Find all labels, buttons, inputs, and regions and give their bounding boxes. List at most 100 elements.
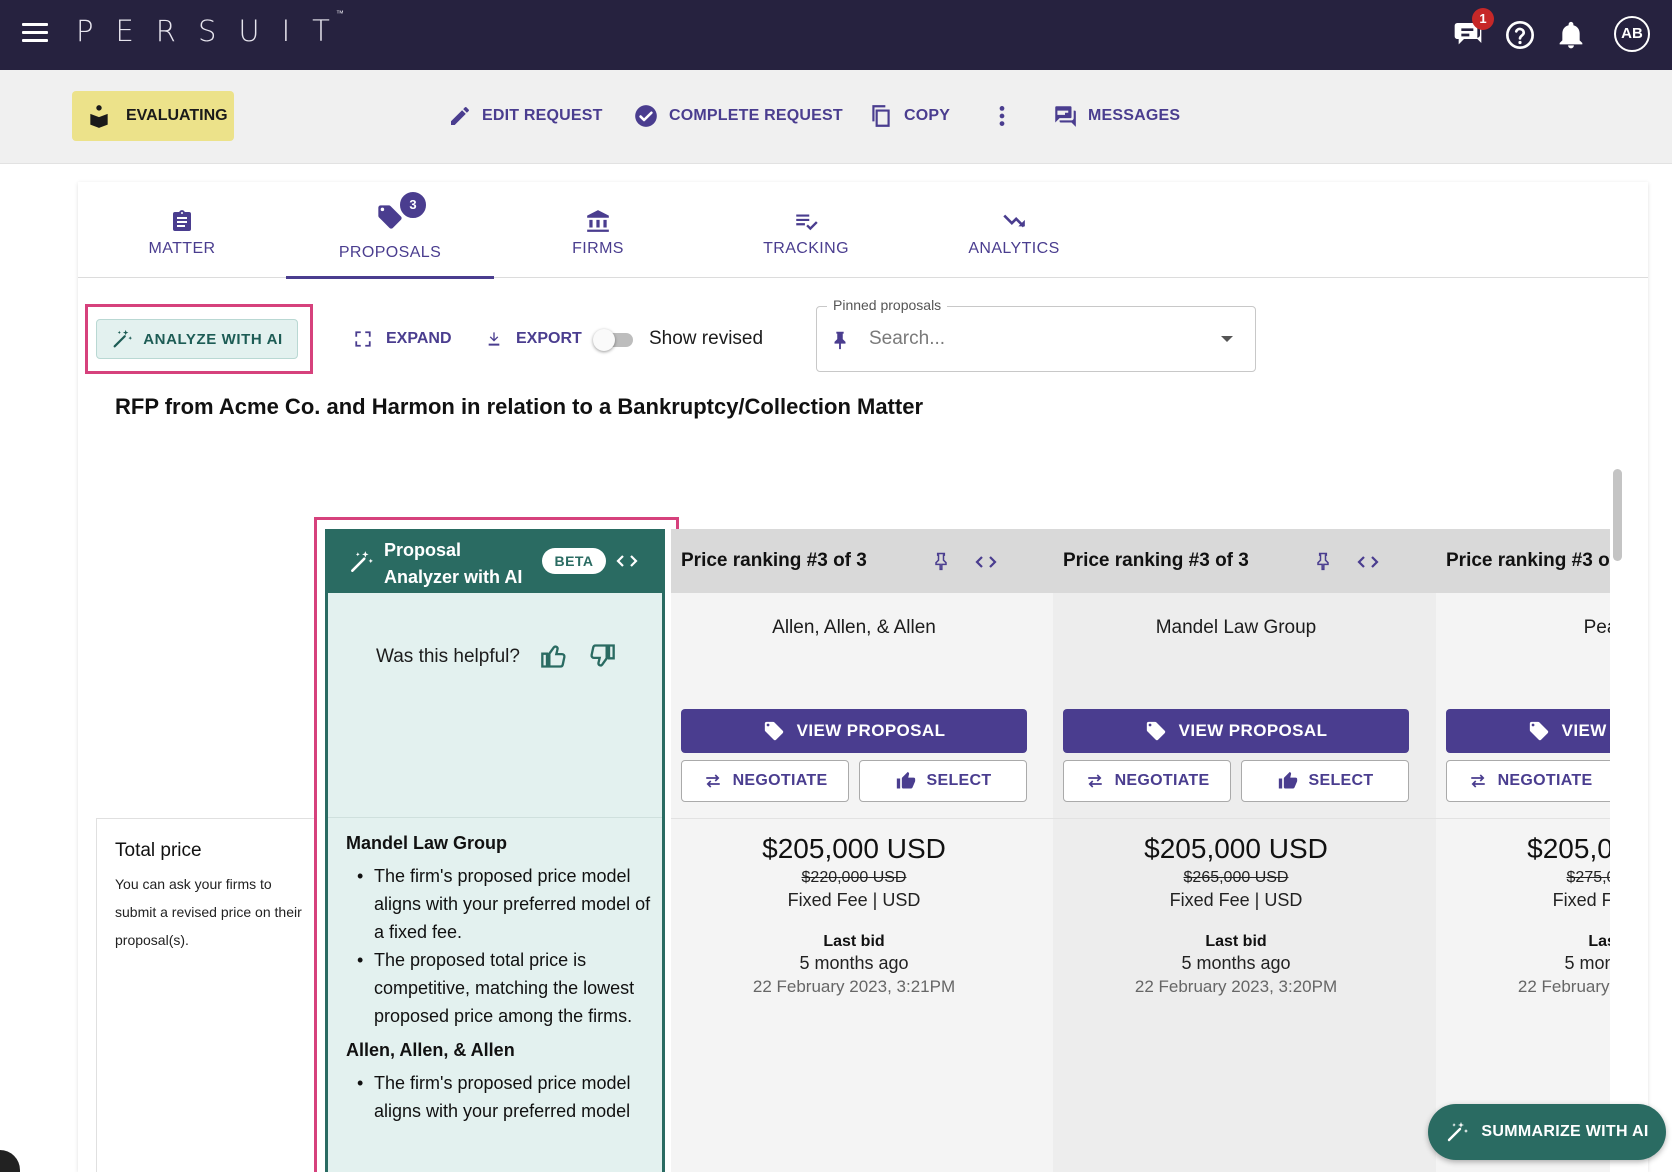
analyze-with-ai-button[interactable]: ANALYZE WITH AI — [96, 319, 298, 359]
summarize-with-ai-label: SUMMARIZE WITH AI — [1481, 1123, 1649, 1140]
last-bid-label: Last bid — [823, 933, 885, 950]
tab-firms[interactable]: FIRMS — [494, 182, 702, 278]
edit-request-button[interactable]: EDIT REQUEST — [448, 100, 603, 132]
download-icon — [488, 332, 500, 346]
tab-matter[interactable]: MATTER — [78, 182, 286, 278]
copy-label: COPY — [904, 107, 951, 124]
messages-icon — [1055, 106, 1076, 127]
move-column-icon[interactable] — [975, 554, 997, 570]
fee-type: Fixed Fee | USD — [1552, 890, 1610, 910]
rfp-title: RFP from Acme Co. and Harmon in relation… — [115, 394, 924, 419]
view-proposal-label: VIEW PROPOSAL — [1178, 721, 1328, 740]
bell-icon[interactable] — [1555, 19, 1587, 51]
price-ranking-label: Price ranking #3 of 3 — [1446, 550, 1610, 571]
negotiate-button[interactable]: NEGOTIATE — [681, 760, 849, 802]
last-bid-date: 22 February 2023, 3:21PM — [752, 977, 956, 996]
negotiate-label: NEGOTIATE — [1497, 772, 1593, 789]
tag-icon — [764, 721, 783, 741]
tab-analytics-label: ANALYTICS — [968, 240, 1060, 257]
show-revised-label: Show revised — [649, 328, 764, 349]
swap-icon — [1087, 774, 1102, 788]
previous-price: $220,000 USD — [801, 869, 907, 886]
last-bid-date: 22 February 2023, 3:19PM — [1517, 977, 1610, 996]
last-bid-relative: 5 months ago — [799, 953, 909, 973]
proposal-header: Price ranking #3 of 3 — [1053, 529, 1436, 593]
swap-icon — [1470, 774, 1485, 788]
proposal-column: Price ranking #3 of 3 Mandel Law Group V… — [1053, 529, 1436, 1172]
more-options-button[interactable] — [992, 100, 1022, 132]
last-bid-relative: 5 months ago — [1181, 953, 1291, 973]
pin-icon[interactable] — [931, 549, 951, 573]
evaluating-icon — [90, 105, 108, 128]
select-button[interactable]: SELECT — [1241, 760, 1409, 802]
pinned-proposals-select[interactable]: Pinned proposals — [816, 297, 1256, 372]
proposal-price: $205,000 USD — [1527, 833, 1610, 864]
firm-name: Mandel Law Group — [1155, 617, 1317, 638]
tab-proposals[interactable]: 3 PROPOSALS — [286, 182, 494, 279]
last-bid-relative: 5 months ago — [1564, 953, 1610, 973]
menu-icon[interactable] — [22, 23, 48, 45]
edit-request-label: EDIT REQUEST — [482, 107, 603, 124]
analyzer-highlight-box — [314, 517, 679, 1172]
pin-icon — [834, 331, 846, 350]
tag-icon — [1146, 721, 1165, 741]
view-proposal-label: VIEW PROPOSAL — [796, 721, 946, 740]
price-ranking-label: Price ranking #3 of 3 — [681, 550, 867, 571]
analyze-with-ai-label: ANALYZE WITH AI — [143, 330, 283, 348]
tab-tracking-label: TRACKING — [763, 240, 849, 257]
show-revised-toggle[interactable] — [593, 329, 635, 351]
tab-analytics[interactable]: ANALYTICS — [910, 182, 1118, 278]
view-proposal-button[interactable]: VIEW PROPOSAL — [1446, 709, 1610, 753]
tag-icon — [1529, 721, 1548, 741]
clipboard-icon — [173, 210, 191, 231]
proposal-column: Price ranking #3 of 3 Allen, Allen, & Al… — [671, 529, 1053, 1172]
help-icon[interactable] — [1504, 19, 1536, 51]
negotiate-button[interactable]: NEGOTIATE — [1063, 760, 1231, 802]
pinned-search-input[interactable] — [869, 325, 1199, 353]
check-circle-icon — [635, 105, 657, 127]
persuit-logo[interactable]: PERSUIT™ — [76, 9, 360, 48]
top-navigation-bar: PERSUIT™ 1 AB — [0, 0, 1672, 70]
window-corner — [0, 1150, 20, 1172]
proposal-header: Price ranking #3 of 3 — [671, 529, 1053, 593]
complete-request-button[interactable]: COMPLETE REQUEST — [633, 100, 843, 132]
firm-name: Pearson — [1583, 617, 1610, 638]
view-proposal-button[interactable]: VIEW PROPOSAL — [1063, 709, 1409, 753]
firm-name: Allen, Allen, & Allen — [772, 617, 936, 638]
scrollbar-thumb[interactable] — [1613, 469, 1622, 561]
expand-button[interactable]: EXPAND — [354, 324, 452, 354]
copy-icon — [872, 105, 890, 127]
total-price-row-title: Total price — [115, 840, 202, 861]
dropdown-caret-icon[interactable] — [1221, 336, 1233, 342]
move-column-icon[interactable] — [1357, 554, 1379, 570]
negotiate-button[interactable]: NEGOTIATE — [1446, 760, 1610, 802]
previous-price: $275,000 USD — [1566, 869, 1610, 886]
expand-icon — [355, 331, 371, 347]
copy-button[interactable]: COPY — [868, 100, 950, 132]
proposal-header: Price ranking #3 of 3 — [1436, 529, 1610, 593]
negotiate-label: NEGOTIATE — [1114, 772, 1210, 789]
thumbs-up-icon — [896, 771, 915, 789]
tab-tracking[interactable]: TRACKING — [702, 182, 910, 278]
active-tab-indicator — [286, 276, 494, 279]
select-button[interactable]: SELECT — [859, 760, 1027, 802]
pinned-proposals-label: Pinned proposals — [827, 297, 948, 313]
comparison-scrollbar[interactable] — [1610, 465, 1624, 1172]
messages-button[interactable]: MESSAGES — [1052, 100, 1180, 132]
proposal-column: Price ranking #3 of 3 Pearson VIEW PROPO… — [1436, 529, 1610, 1172]
trending-down-icon — [1003, 214, 1025, 228]
view-proposal-button[interactable]: VIEW PROPOSAL — [681, 709, 1027, 753]
proposal-price: $205,000 USD — [1144, 833, 1328, 864]
bank-icon — [587, 210, 609, 232]
proposals-count-badge: 3 — [398, 190, 428, 220]
thumbs-up-icon — [1278, 771, 1297, 789]
pin-icon[interactable] — [1313, 549, 1333, 573]
request-tabs: MATTER 3 PROPOSALS FIRMS TRACKING ANALYT… — [78, 182, 1648, 279]
user-avatar[interactable]: AB — [1614, 16, 1650, 52]
proposal-price: $205,000 USD — [762, 833, 946, 864]
pencil-icon — [451, 107, 469, 125]
summarize-with-ai-button[interactable]: SUMMARIZE WITH AI — [1428, 1104, 1666, 1160]
complete-request-label: COMPLETE REQUEST — [669, 107, 843, 124]
last-bid-label: Last bid — [1205, 933, 1267, 950]
export-button[interactable]: EXPORT — [486, 324, 582, 354]
